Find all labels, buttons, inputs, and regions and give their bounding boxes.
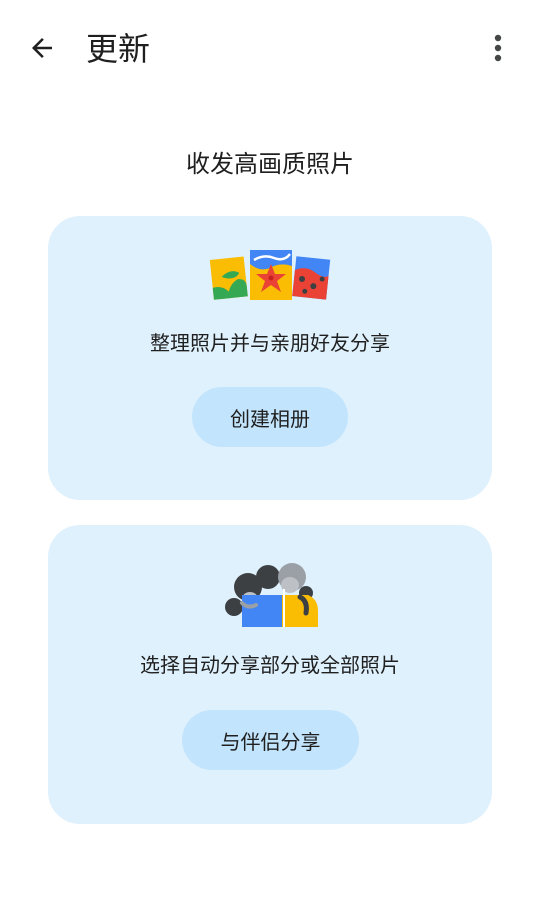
top-app-bar: 更新 — [0, 0, 540, 96]
page-title: 更新 — [86, 30, 151, 68]
back-button[interactable] — [20, 26, 64, 70]
section-title: 收发高画质照片 — [186, 150, 354, 178]
more-vert-icon — [494, 34, 502, 62]
partner-sharing-card: 选择自动分享部分或全部照片 与伴侣分享 — [48, 525, 492, 824]
more-options-button[interactable] — [478, 26, 518, 70]
partner-sharing-description: 选择自动分享部分或全部照片 — [140, 653, 400, 677]
share-with-partner-button[interactable]: 与伴侣分享 — [182, 710, 359, 770]
partners-illustration — [48, 559, 492, 627]
create-album-description: 整理照片并与亲朋好友分享 — [150, 331, 390, 355]
create-album-card: 整理照片并与亲朋好友分享 创建相册 — [48, 216, 492, 500]
create-album-button[interactable]: 创建相册 — [192, 387, 348, 447]
photo-collage-illustration — [48, 250, 492, 304]
app-screen: 更新 收发高画质照片 整理照片并与亲朋好友分享 创建相册 选择自动分享部分或全部… — [0, 0, 540, 924]
arrow-back-icon — [32, 38, 52, 58]
